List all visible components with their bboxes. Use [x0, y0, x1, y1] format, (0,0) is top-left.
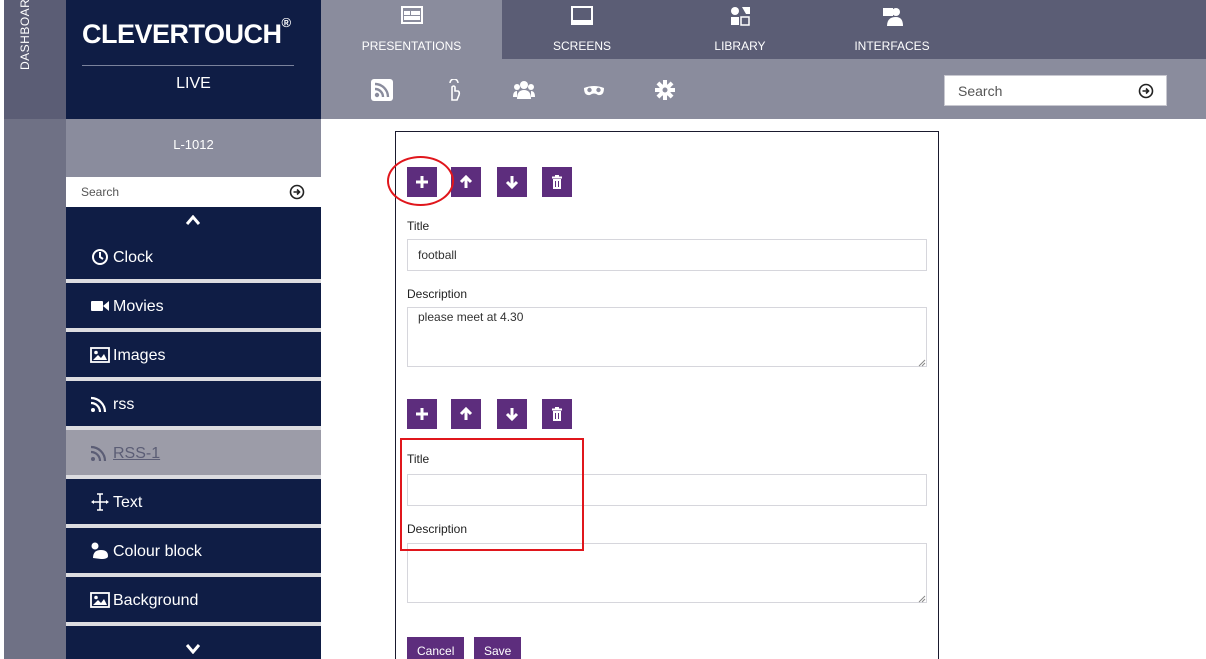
chevron-up-icon [186, 215, 200, 225]
element-panel: L-1012 Clock Movies [66, 119, 321, 659]
panel-item-rss-1[interactable]: RSS-1 [66, 430, 321, 477]
resize-grip-icon[interactable] [918, 359, 926, 367]
annotation-circle [387, 156, 454, 206]
top-search-input[interactable] [945, 76, 1125, 105]
arrow-circle-right-icon[interactable] [289, 184, 305, 200]
entry-1-description-input[interactable]: please meet at 4.30 [407, 307, 927, 367]
tab-interfaces-label: INTERFACES [854, 39, 930, 53]
top-navigation: PRESENTATIONS SCREENS LIBRARY INTERFACES [321, 0, 1206, 59]
tool-bar [321, 59, 1206, 119]
tab-library[interactable]: LIBRARY [662, 0, 818, 59]
arrow-circle-right-icon[interactable] [1138, 83, 1154, 99]
video-camera-icon [91, 301, 109, 311]
add-entry-button[interactable] [407, 399, 437, 429]
panel-item-background[interactable]: Background [66, 577, 321, 624]
brand-name-text: CLEVERTOUCH [82, 19, 282, 49]
panel-item-label: Colour block [113, 543, 202, 560]
panel-item-label: rss [113, 396, 135, 413]
dashboard-strip[interactable]: DASHBOARD [4, 0, 66, 659]
media-library-icon [731, 7, 750, 26]
app-root: DASHBOARD CLEVERTOUCH® LIVE PRESENTATION… [0, 0, 1206, 659]
chevron-down-icon [186, 644, 200, 654]
interface-user-icon [883, 8, 903, 26]
rss-icon [90, 445, 107, 462]
panel-item-clock[interactable]: Clock [66, 234, 321, 281]
delete-entry-button[interactable] [542, 167, 572, 197]
monitor-icon [571, 6, 593, 25]
panel-item-images[interactable]: Images [66, 332, 321, 379]
clock-icon [92, 249, 108, 265]
panel-item-label: Images [113, 347, 166, 364]
move-up-button[interactable] [451, 399, 481, 429]
annotation-box [400, 438, 584, 551]
arrow-down-icon [505, 408, 519, 421]
brand-logo: CLEVERTOUCH® LIVE [66, 0, 321, 119]
top-search-box [944, 75, 1167, 106]
panel-item-label: Clock [113, 249, 154, 266]
panel-item-label: RSS-1 [113, 445, 161, 462]
entry-1-title-input[interactable] [407, 239, 927, 271]
tab-presentations[interactable]: PRESENTATIONS [321, 0, 502, 59]
resize-grip-icon[interactable] [918, 595, 926, 603]
panel-search-box [66, 177, 321, 207]
gear-icon[interactable] [654, 79, 676, 101]
mask-icon[interactable] [583, 79, 605, 101]
panel-item-rss[interactable]: rss [66, 381, 321, 428]
panel-item-colour-block[interactable]: Colour block [66, 528, 321, 575]
trash-icon [552, 175, 562, 189]
entry-1-title-label: Title [407, 219, 430, 233]
tab-presentations-label: PRESENTATIONS [361, 39, 462, 53]
image-icon [90, 592, 110, 608]
brand-subtitle: LIVE [176, 75, 211, 92]
tab-interfaces[interactable]: INTERFACES [818, 0, 966, 59]
panel-item-movies[interactable]: Movies [66, 283, 321, 330]
panel-item-label: Text [113, 494, 143, 511]
panel-item-label: Background [113, 592, 199, 609]
save-button[interactable]: Save [474, 637, 522, 659]
paint-icon [91, 542, 108, 559]
rss-entry-form: Title Description please meet at 4.30 Ti… [395, 131, 939, 659]
users-icon[interactable] [513, 79, 535, 101]
tab-library-label: LIBRARY [714, 39, 766, 53]
panel-item-text[interactable]: Text [66, 479, 321, 526]
delete-entry-button[interactable] [542, 399, 572, 429]
dashboard-label: DASHBOARD [18, 0, 32, 70]
panel-item-label: Movies [113, 298, 164, 315]
move-up-button[interactable] [451, 167, 481, 197]
tab-screens[interactable]: SCREENS [502, 0, 662, 59]
presentation-icon [400, 6, 423, 24]
panel-title: L-1012 [66, 119, 321, 177]
brand-name: CLEVERTOUCH® [82, 15, 291, 50]
panel-search-input[interactable] [66, 177, 266, 207]
arrow-up-icon [459, 407, 473, 420]
cancel-button[interactable]: Cancel [407, 637, 465, 659]
entry-2-description-input[interactable] [407, 543, 927, 603]
scroll-down-button[interactable] [66, 626, 321, 659]
plus-icon [416, 408, 428, 420]
touch-icon[interactable] [441, 79, 463, 101]
rss-icon[interactable] [371, 79, 393, 101]
dashboard-tab[interactable]: DASHBOARD [4, 0, 66, 119]
arrow-up-icon [459, 175, 473, 188]
tab-screens-label: SCREENS [552, 39, 611, 53]
move-down-button[interactable] [497, 167, 527, 197]
entry-1-description-label: Description [407, 287, 468, 301]
image-icon [90, 347, 110, 363]
brand-divider [82, 65, 294, 66]
text-cursor-icon [91, 493, 109, 511]
rss-icon [90, 396, 107, 413]
registered-mark: ® [281, 15, 292, 30]
move-down-button[interactable] [497, 399, 527, 429]
arrow-down-icon [505, 176, 519, 189]
trash-icon [552, 407, 562, 421]
scroll-up-button[interactable] [66, 207, 321, 235]
